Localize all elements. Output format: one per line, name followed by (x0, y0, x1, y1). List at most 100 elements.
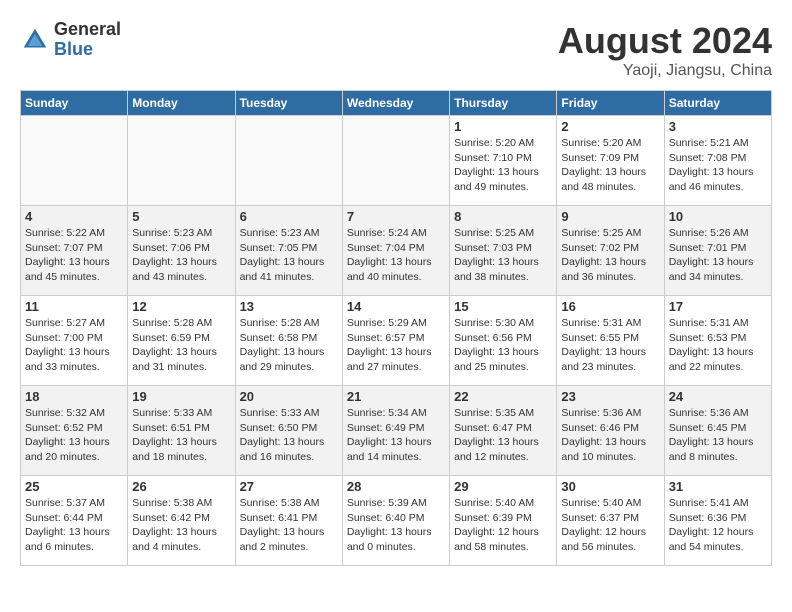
calendar-table: SundayMondayTuesdayWednesdayThursdayFrid… (20, 90, 772, 566)
day-info: Sunrise: 5:25 AM Sunset: 7:03 PM Dayligh… (454, 226, 552, 285)
calendar-cell (235, 116, 342, 206)
calendar-week-row: 1 Sunrise: 5:20 AM Sunset: 7:10 PM Daylig… (21, 116, 772, 206)
day-info: Sunrise: 5:35 AM Sunset: 6:47 PM Dayligh… (454, 406, 552, 465)
day-info: Sunrise: 5:21 AM Sunset: 7:08 PM Dayligh… (669, 136, 767, 195)
day-number: 27 (240, 479, 338, 494)
day-number: 2 (561, 119, 659, 134)
calendar-cell: 15Sunrise: 5:30 AM Sunset: 6:56 PM Dayli… (450, 296, 557, 386)
calendar-cell: 19Sunrise: 5:33 AM Sunset: 6:51 PM Dayli… (128, 386, 235, 476)
day-info: Sunrise: 5:24 AM Sunset: 7:04 PM Dayligh… (347, 226, 445, 285)
day-info: Sunrise: 5:38 AM Sunset: 6:42 PM Dayligh… (132, 496, 230, 555)
day-number: 17 (669, 299, 767, 314)
calendar-cell: 13Sunrise: 5:28 AM Sunset: 6:58 PM Dayli… (235, 296, 342, 386)
calendar-cell: 21Sunrise: 5:34 AM Sunset: 6:49 PM Dayli… (342, 386, 449, 476)
calendar-cell: 16 Sunrise: 5:31 AM Sunset: 6:55 PM Dayli… (557, 296, 664, 386)
calendar-cell: 29 Sunrise: 5:40 AM Sunset: 6:39 PM Dayli… (450, 476, 557, 566)
day-info: Sunrise: 5:26 AM Sunset: 7:01 PM Dayligh… (669, 226, 767, 285)
logo-icon (20, 25, 50, 55)
day-number: 23 (561, 389, 659, 404)
day-number: 29 (454, 479, 552, 494)
calendar-cell: 26 Sunrise: 5:38 AM Sunset: 6:42 PM Dayli… (128, 476, 235, 566)
weekday-header: Tuesday (235, 91, 342, 116)
weekday-header: Sunday (21, 91, 128, 116)
day-number: 5 (132, 209, 230, 224)
day-info: Sunrise: 5:41 AM Sunset: 6:36 PM Dayligh… (669, 496, 767, 555)
calendar-cell: 20Sunrise: 5:33 AM Sunset: 6:50 PM Dayli… (235, 386, 342, 476)
day-number: 19 (132, 389, 230, 404)
day-number: 31 (669, 479, 767, 494)
calendar-week-row: 25 Sunrise: 5:37 AM Sunset: 6:44 PM Dayli… (21, 476, 772, 566)
calendar-cell: 17 Sunrise: 5:31 AM Sunset: 6:53 PM Dayli… (664, 296, 771, 386)
calendar-cell: 24 Sunrise: 5:36 AM Sunset: 6:45 PM Dayli… (664, 386, 771, 476)
month-year: August 2024 (558, 20, 772, 62)
day-number: 28 (347, 479, 445, 494)
weekday-header: Monday (128, 91, 235, 116)
day-number: 4 (25, 209, 123, 224)
calendar-cell: 8 Sunrise: 5:25 AM Sunset: 7:03 PM Daylig… (450, 206, 557, 296)
calendar-cell: 11Sunrise: 5:27 AM Sunset: 7:00 PM Dayli… (21, 296, 128, 386)
calendar-cell: 27Sunrise: 5:38 AM Sunset: 6:41 PM Dayli… (235, 476, 342, 566)
day-number: 7 (347, 209, 445, 224)
day-number: 13 (240, 299, 338, 314)
day-number: 12 (132, 299, 230, 314)
day-number: 18 (25, 389, 123, 404)
calendar-header-row: SundayMondayTuesdayWednesdayThursdayFrid… (21, 91, 772, 116)
calendar-cell: 1 Sunrise: 5:20 AM Sunset: 7:10 PM Daylig… (450, 116, 557, 206)
day-number: 25 (25, 479, 123, 494)
day-number: 6 (240, 209, 338, 224)
day-number: 9 (561, 209, 659, 224)
day-number: 26 (132, 479, 230, 494)
calendar-cell: 5 Sunrise: 5:23 AM Sunset: 7:06 PM Daylig… (128, 206, 235, 296)
day-info: Sunrise: 5:29 AM Sunset: 6:57 PM Dayligh… (347, 316, 445, 375)
day-info: Sunrise: 5:30 AM Sunset: 6:56 PM Dayligh… (454, 316, 552, 375)
day-info: Sunrise: 5:33 AM Sunset: 6:50 PM Dayligh… (240, 406, 338, 465)
day-info: Sunrise: 5:36 AM Sunset: 6:46 PM Dayligh… (561, 406, 659, 465)
logo-general: General (54, 20, 121, 40)
day-info: Sunrise: 5:39 AM Sunset: 6:40 PM Dayligh… (347, 496, 445, 555)
day-info: Sunrise: 5:28 AM Sunset: 6:59 PM Dayligh… (132, 316, 230, 375)
day-number: 30 (561, 479, 659, 494)
location: Yaoji, Jiangsu, China (558, 62, 772, 80)
day-number: 24 (669, 389, 767, 404)
calendar-cell: 25 Sunrise: 5:37 AM Sunset: 6:44 PM Dayli… (21, 476, 128, 566)
calendar-cell (21, 116, 128, 206)
calendar-cell: 9 Sunrise: 5:25 AM Sunset: 7:02 PM Daylig… (557, 206, 664, 296)
day-info: Sunrise: 5:31 AM Sunset: 6:55 PM Dayligh… (561, 316, 659, 375)
day-info: Sunrise: 5:32 AM Sunset: 6:52 PM Dayligh… (25, 406, 123, 465)
day-number: 10 (669, 209, 767, 224)
logo: General Blue (20, 20, 121, 60)
day-info: Sunrise: 5:23 AM Sunset: 7:06 PM Dayligh… (132, 226, 230, 285)
day-info: Sunrise: 5:20 AM Sunset: 7:10 PM Dayligh… (454, 136, 552, 195)
calendar-cell: 4 Sunrise: 5:22 AM Sunset: 7:07 PM Daylig… (21, 206, 128, 296)
day-number: 14 (347, 299, 445, 314)
calendar-week-row: 11Sunrise: 5:27 AM Sunset: 7:00 PM Dayli… (21, 296, 772, 386)
day-info: Sunrise: 5:25 AM Sunset: 7:02 PM Dayligh… (561, 226, 659, 285)
calendar-week-row: 4 Sunrise: 5:22 AM Sunset: 7:07 PM Daylig… (21, 206, 772, 296)
calendar-cell: 2Sunrise: 5:20 AM Sunset: 7:09 PM Daylig… (557, 116, 664, 206)
day-info: Sunrise: 5:27 AM Sunset: 7:00 PM Dayligh… (25, 316, 123, 375)
day-info: Sunrise: 5:31 AM Sunset: 6:53 PM Dayligh… (669, 316, 767, 375)
calendar-cell: 18 Sunrise: 5:32 AM Sunset: 6:52 PM Dayli… (21, 386, 128, 476)
day-number: 8 (454, 209, 552, 224)
day-info: Sunrise: 5:40 AM Sunset: 6:37 PM Dayligh… (561, 496, 659, 555)
day-number: 22 (454, 389, 552, 404)
page-header: General Blue August 2024 Yaoji, Jiangsu,… (20, 20, 772, 80)
day-info: Sunrise: 5:40 AM Sunset: 6:39 PM Dayligh… (454, 496, 552, 555)
day-info: Sunrise: 5:37 AM Sunset: 6:44 PM Dayligh… (25, 496, 123, 555)
calendar-cell: 30 Sunrise: 5:40 AM Sunset: 6:37 PM Dayli… (557, 476, 664, 566)
calendar-week-row: 18 Sunrise: 5:32 AM Sunset: 6:52 PM Dayli… (21, 386, 772, 476)
day-number: 3 (669, 119, 767, 134)
day-info: Sunrise: 5:22 AM Sunset: 7:07 PM Dayligh… (25, 226, 123, 285)
weekday-header: Thursday (450, 91, 557, 116)
day-info: Sunrise: 5:36 AM Sunset: 6:45 PM Dayligh… (669, 406, 767, 465)
day-number: 16 (561, 299, 659, 314)
calendar-cell: 14 Sunrise: 5:29 AM Sunset: 6:57 PM Dayli… (342, 296, 449, 386)
day-info: Sunrise: 5:34 AM Sunset: 6:49 PM Dayligh… (347, 406, 445, 465)
title-block: August 2024 Yaoji, Jiangsu, China (558, 20, 772, 80)
calendar-cell: 22 Sunrise: 5:35 AM Sunset: 6:47 PM Dayli… (450, 386, 557, 476)
calendar-cell (128, 116, 235, 206)
weekday-header: Saturday (664, 91, 771, 116)
logo-blue: Blue (54, 40, 121, 60)
day-number: 1 (454, 119, 552, 134)
logo-text: General Blue (54, 20, 121, 60)
